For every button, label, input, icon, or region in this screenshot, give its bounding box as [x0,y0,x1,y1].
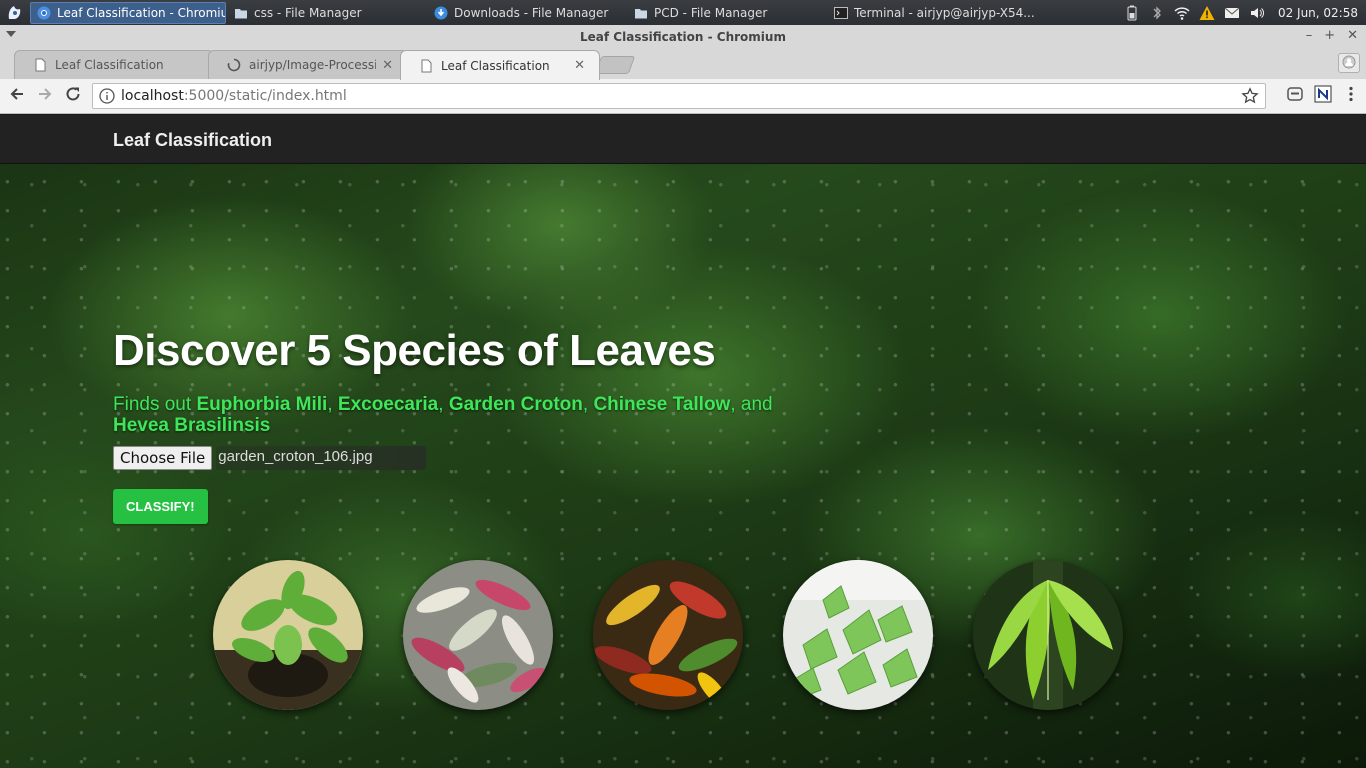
reload-icon [64,85,82,107]
species-name: Euphorbia Mili [196,394,328,415]
extension-chat-icon[interactable] [1286,85,1304,103]
hero-section: Discover 5 Species of Leaves Finds out E… [113,323,813,524]
download-icon [434,6,448,20]
taskbar-task-label: Downloads - File Manager [454,5,609,20]
species-name: Hevea Brasilinsis [113,415,271,436]
document-icon [33,58,47,72]
window-menu-icon[interactable] [6,31,16,37]
tab-github-image-processing[interactable]: airjyp/Image-Processin ✕ [208,50,408,79]
profile-button[interactable] [1338,53,1360,73]
classify-button[interactable]: CLASSIFY! [113,489,208,524]
url-path: :5000/static/index.html [183,88,347,104]
taskbar-task-label: Leaf Classification - Chromium [57,5,226,20]
bookmark-star-icon[interactable] [1241,87,1259,105]
folder-icon [234,6,248,20]
menu-dots-icon[interactable] [1342,85,1360,103]
wifi-icon[interactable] [1174,5,1190,21]
file-input: Choose File garden_croton_106.jpg [113,446,813,470]
tab-leaf-classification-1[interactable]: Leaf Classification [14,50,214,79]
system-tray: 02 Jun, 02:58 [1124,5,1366,21]
chinese-tallow-image [783,560,933,710]
taskbar-task-pcd[interactable]: PCD - File Manager [628,2,828,24]
site-brand-link[interactable]: Leaf Classification [113,130,272,151]
taskbar-task-label: Terminal - airjyp@airjyp-X54... [854,5,1035,20]
arrow-right-icon [36,85,54,107]
app-menu-icon[interactable] [0,0,30,25]
terminal-icon [834,6,848,20]
taskbar-task-terminal[interactable]: Terminal - airjyp@airjyp-X54... [828,2,1038,24]
taskbar-task-downloads[interactable]: Downloads - File Manager [428,2,628,24]
bluetooth-icon[interactable] [1149,5,1165,21]
mail-icon[interactable] [1224,5,1240,21]
taskbar-task-css-files[interactable]: css - File Manager [228,2,428,24]
garden-croton-image [593,560,743,710]
taskbar-task-label: PCD - File Manager [654,5,768,20]
browser-toolbar: localhost:5000/static/index.html [0,79,1366,114]
document-icon [419,59,433,73]
species-name: Chinese Tallow [593,394,731,415]
window-controls: – + ✕ [1306,28,1358,43]
hevea-brasilinsis-image [973,560,1123,710]
subtitle-prefix: Finds out [113,394,197,415]
taskbar-task-chromium[interactable]: Leaf Classification - Chromium [30,1,226,24]
warning-icon[interactable] [1199,5,1215,21]
taskbar-task-label: css - File Manager [254,5,362,20]
euphorbia-mili-image [213,560,363,710]
selected-file-name: garden_croton_106.jpg [216,446,427,470]
folder-icon [634,6,648,20]
os-taskbar: Leaf Classification - Chromium css - Fil… [0,0,1366,25]
arrow-left-icon [8,85,26,107]
species-image-row [213,560,1163,712]
user-icon [1342,54,1356,73]
hero-title: Discover 5 Species of Leaves [113,326,716,375]
species-name: Garden Croton [448,394,583,415]
address-bar[interactable]: localhost:5000/static/index.html [92,83,1266,109]
tab-title: Leaf Classification [55,58,164,72]
url-host: localhost [121,88,184,104]
tab-close-icon[interactable]: ✕ [382,58,393,73]
window-titlebar: Leaf Classification - Chromium – + ✕ [0,25,1366,49]
volume-icon[interactable] [1249,5,1265,21]
new-tab-button[interactable] [594,56,636,74]
chromium-icon [37,6,51,20]
clock[interactable]: 02 Jun, 02:58 [1278,6,1358,20]
extension-n-icon[interactable] [1314,85,1332,103]
loading-spinner-icon [227,58,241,72]
web-page: Leaf Classification Discover 5 Species o… [0,115,1366,768]
info-icon[interactable] [99,88,115,104]
minimize-icon[interactable]: – [1306,28,1313,43]
hero-subtitle: Finds out Euphorbia Mili, Excoecaria, Ga… [113,394,773,436]
maximize-icon[interactable]: + [1324,28,1335,43]
subtitle-and: and [740,394,773,415]
tab-title: Leaf Classification [441,58,550,73]
reload-button[interactable] [59,82,87,110]
forward-button[interactable] [31,82,59,110]
species-name: Excoecaria [337,394,439,415]
tab-strip: Leaf Classification airjyp/Image-Process… [0,49,1366,80]
site-navbar: Leaf Classification [0,115,1366,164]
back-button[interactable] [3,82,31,110]
close-icon[interactable]: ✕ [1347,28,1358,43]
window-title: Leaf Classification - Chromium [580,30,786,44]
tab-leaf-classification-active[interactable]: Leaf Classification ✕ [400,50,600,80]
excoecaria-image [403,560,553,710]
battery-icon[interactable] [1124,5,1140,21]
extension-area [1286,85,1360,103]
tab-title: airjyp/Image-Processin [249,58,377,72]
choose-file-button[interactable]: Choose File [113,446,213,470]
tab-close-icon[interactable]: ✕ [574,58,585,73]
